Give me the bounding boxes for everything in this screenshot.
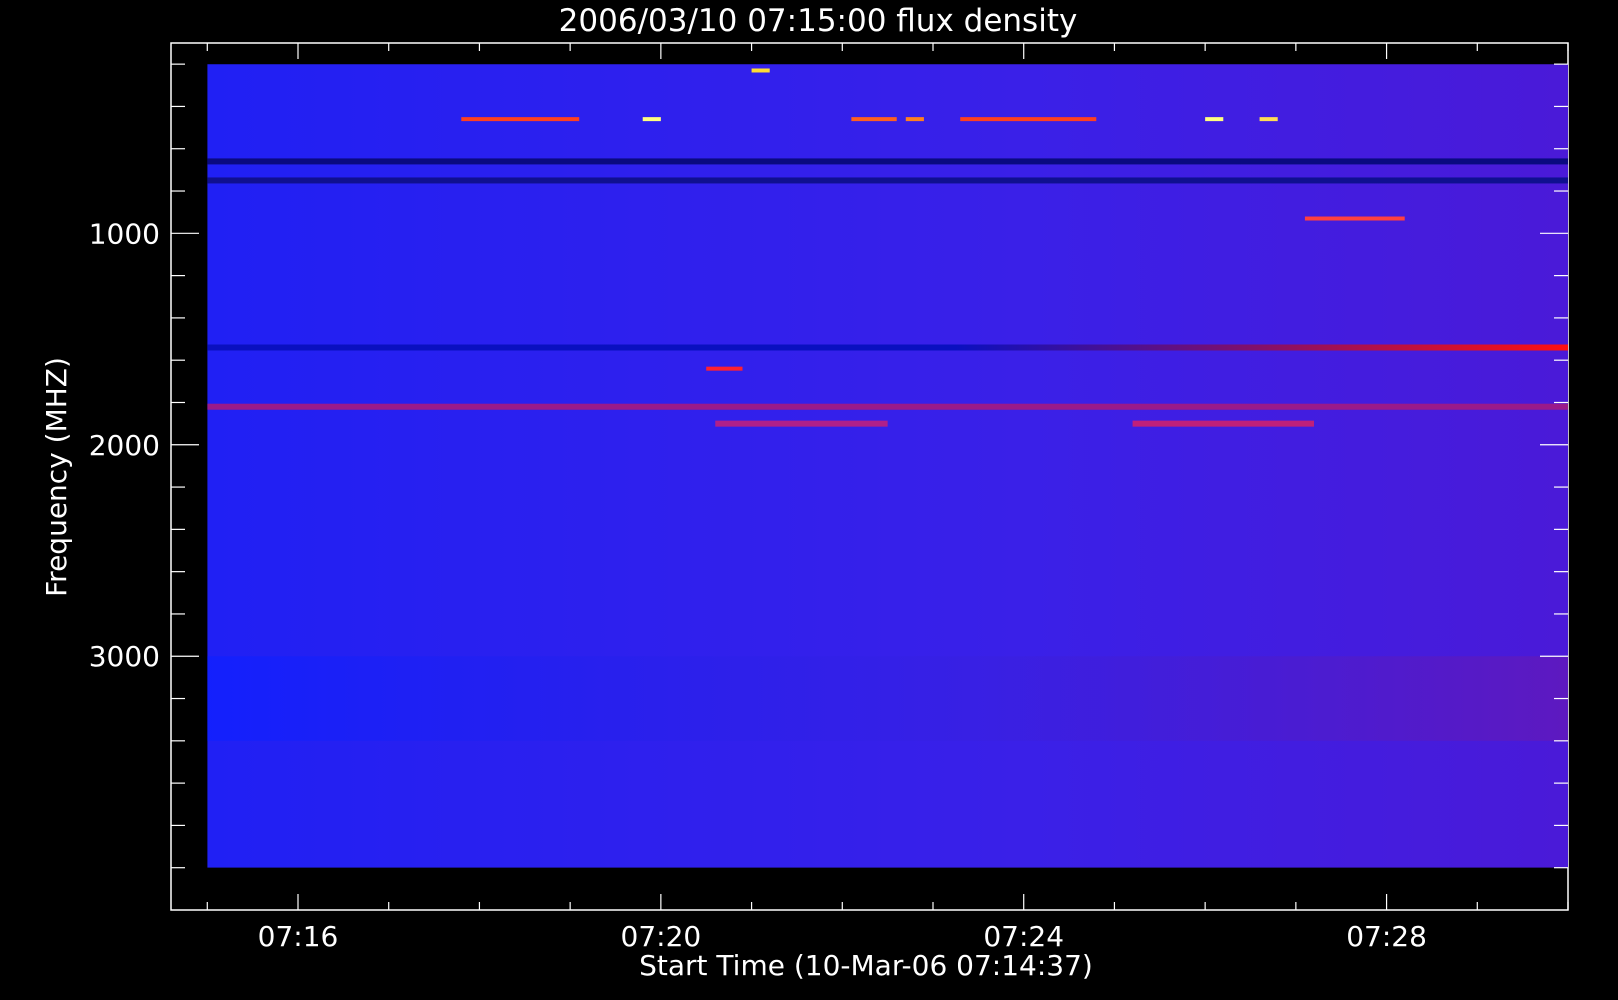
- y-axis-label: Frequency (MHZ): [40, 357, 73, 597]
- spectrogram-background: [207, 64, 1568, 868]
- spectrogram-image: [207, 54, 1568, 868]
- burst-feature: [642, 117, 661, 122]
- burst-feature: [960, 117, 1097, 122]
- burst-feature: [1259, 117, 1278, 122]
- spectrogram-high-frequency-region: [207, 656, 1568, 741]
- band-feature: [715, 420, 888, 427]
- y-tick-label: 2000: [89, 429, 160, 462]
- burst-feature: [851, 117, 897, 122]
- burst-feature: [1205, 117, 1224, 122]
- band-feature: [207, 158, 1568, 165]
- burst-feature: [461, 117, 580, 122]
- band-feature: [1132, 420, 1314, 427]
- y-tick-label: 1000: [89, 217, 160, 250]
- burst-feature: [1304, 216, 1405, 221]
- burst-feature: [905, 117, 924, 122]
- x-tick-label: 07:28: [1346, 920, 1427, 953]
- burst-feature: [307, 54, 434, 58]
- band-feature: [207, 403, 1568, 410]
- x-tick-label: 07:16: [258, 920, 339, 953]
- burst-feature: [751, 68, 770, 73]
- burst-feature: [706, 366, 743, 371]
- y-tick-label: 3000: [89, 640, 160, 673]
- chart-title: 2006/03/10 07:15:00 flux density: [559, 3, 1078, 39]
- x-axis-label: Start Time (10-Mar-06 07:14:37): [639, 949, 1093, 982]
- band-feature: [207, 177, 1568, 184]
- flux-density-chart: 2006/03/10 07:15:00 flux density 07:16 07…: [40, 3, 1569, 982]
- band-feature: [207, 344, 1568, 351]
